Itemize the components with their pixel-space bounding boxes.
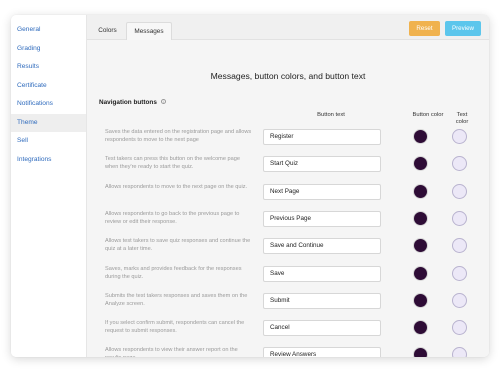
button-description: If you select confirm submit, respondent… [105,320,245,335]
button-color-swatch[interactable] [413,265,428,281]
sidebar-item-results[interactable]: Results [11,58,86,77]
button-setting-row: Allows respondents to move to the next p… [87,181,489,208]
button-setting-row: Submits the test takers responses and sa… [87,290,489,317]
button-text-input[interactable]: Next Page [263,183,381,200]
page-title: Messages, button colors, and button text [210,71,366,81]
sidebar-item-sell[interactable]: Sell [11,132,86,151]
button-text-input[interactable]: Save and Continue [263,238,381,255]
section-label-text: Navigation buttons [99,99,157,106]
button-color-swatch[interactable] [413,238,428,254]
text-color-swatch[interactable] [452,183,467,199]
app-window: General Grading Results Certificate Noti… [11,15,489,357]
button-description: Allows respondents to go back to the pre… [105,210,240,225]
tab-bar: Colors Messages Reset Preview [87,15,489,40]
section-label: Navigation buttons i [99,99,166,106]
button-description: Saves the data entered on the registrati… [105,129,252,143]
column-header-button-color: Button color [412,112,444,118]
button-color-swatch[interactable] [413,320,428,336]
sidebar-item-general[interactable]: General [11,21,86,40]
text-color-swatch[interactable] [452,238,467,254]
button-text-input[interactable]: Register [263,129,381,145]
preview-button[interactable]: Preview [445,21,481,36]
button-setting-row: Saves, marks and provides feedback for t… [87,263,489,290]
sidebar-item-certificate[interactable]: Certificate [11,77,86,96]
button-text-input[interactable]: Cancel [263,320,381,337]
sidebar-item-notifications[interactable]: Notifications [11,95,86,114]
button-description: Test takers can press this button on the… [105,156,240,171]
button-description: Allows test takers to save quiz response… [105,238,251,253]
button-description: Saves, marks and provides feedback for t… [105,265,242,280]
text-color-swatch[interactable] [452,347,467,357]
button-setting-row: Saves the data entered on the registrati… [87,126,489,153]
button-color-swatch[interactable] [413,347,428,357]
button-setting-row: Allows respondents to view their answer … [87,344,489,357]
text-color-swatch[interactable] [452,156,467,172]
button-color-swatch[interactable] [413,210,428,226]
button-text-input[interactable]: Previous Page [263,210,381,227]
button-color-swatch[interactable] [413,129,428,144]
text-color-swatch[interactable] [452,320,467,336]
button-text-input[interactable]: Start Quiz [263,156,381,173]
button-description: Allows respondents to move to the next p… [105,183,248,190]
button-color-swatch[interactable] [413,183,428,199]
text-color-swatch[interactable] [452,292,467,308]
button-setting-row: Test takers can press this button on the… [87,153,489,180]
button-description: Allows respondents to view their answer … [105,347,238,357]
column-header-button-text: Button text [317,112,345,118]
theme-panel: Colors Messages Reset Preview Messages, … [87,15,489,357]
button-text-input[interactable]: Submit [263,292,381,309]
info-icon[interactable]: i [160,99,166,104]
column-header-text-color-line2: color [455,119,469,125]
button-setting-row: Allows test takers to save quiz response… [87,235,489,262]
button-text-input[interactable]: Save [263,265,381,282]
sidebar-item-integrations[interactable]: Integrations [11,151,86,170]
settings-sidebar: General Grading Results Certificate Noti… [11,15,87,357]
sidebar-item-grading[interactable]: Grading [11,40,86,59]
tab-colors[interactable]: Colors [93,22,122,40]
button-text-input[interactable]: Review Answers [263,347,381,357]
text-color-swatch[interactable] [452,265,467,281]
button-color-swatch[interactable] [413,292,428,308]
button-setting-row: If you select confirm submit, respondent… [87,317,489,344]
text-color-swatch[interactable] [452,129,467,144]
column-header-text-color: Text color [449,112,475,126]
button-setting-row: Allows respondents to go back to the pre… [87,208,489,235]
sidebar-item-theme[interactable]: Theme [11,113,86,132]
button-description: Submits the test takers responses and sa… [105,292,248,307]
column-header-text-color-line1: Text [456,112,468,118]
text-color-swatch[interactable] [452,210,467,226]
reset-button[interactable]: Reset [409,21,440,36]
button-color-swatch[interactable] [413,156,428,172]
tab-messages[interactable]: Messages [126,22,172,40]
